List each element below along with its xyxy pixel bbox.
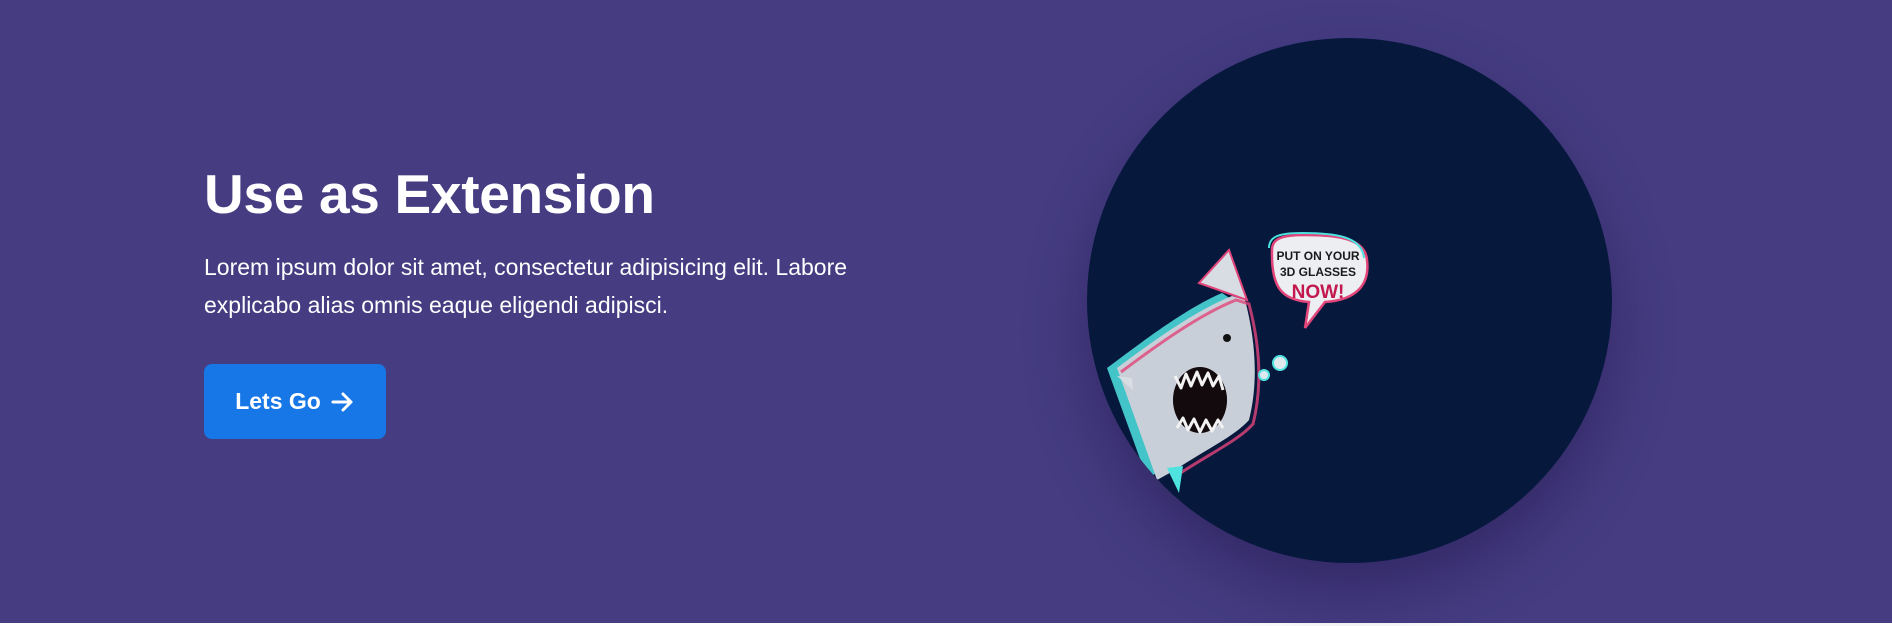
shark-eye: [1223, 334, 1231, 342]
arrow-right-icon: [331, 391, 355, 413]
hero-title: Use as Extension: [204, 163, 655, 225]
thought-bubble-medium: [1272, 355, 1288, 371]
hero-text-block: Use as Extension Lorem ipsum dolor sit a…: [204, 160, 924, 439]
speech-line-3: NOW!: [1292, 282, 1345, 303]
lets-go-button-label: Lets Go: [235, 388, 321, 414]
lets-go-button[interactable]: Lets Go: [204, 364, 386, 439]
shark-illustration: PUT ON YOUR 3D GLASSES NOW!: [1087, 38, 1612, 563]
shark-fin: [1197, 248, 1249, 302]
speech-line-1: PUT ON YOUR: [1276, 249, 1359, 263]
speech-line-2: 3D GLASSES: [1280, 265, 1356, 279]
hero-section: Use as Extension Lorem ipsum dolor sit a…: [0, 0, 1892, 623]
hero-description: Lorem ipsum dolor sit amet, consectetur …: [204, 254, 848, 318]
thought-bubble-small: [1258, 369, 1270, 381]
